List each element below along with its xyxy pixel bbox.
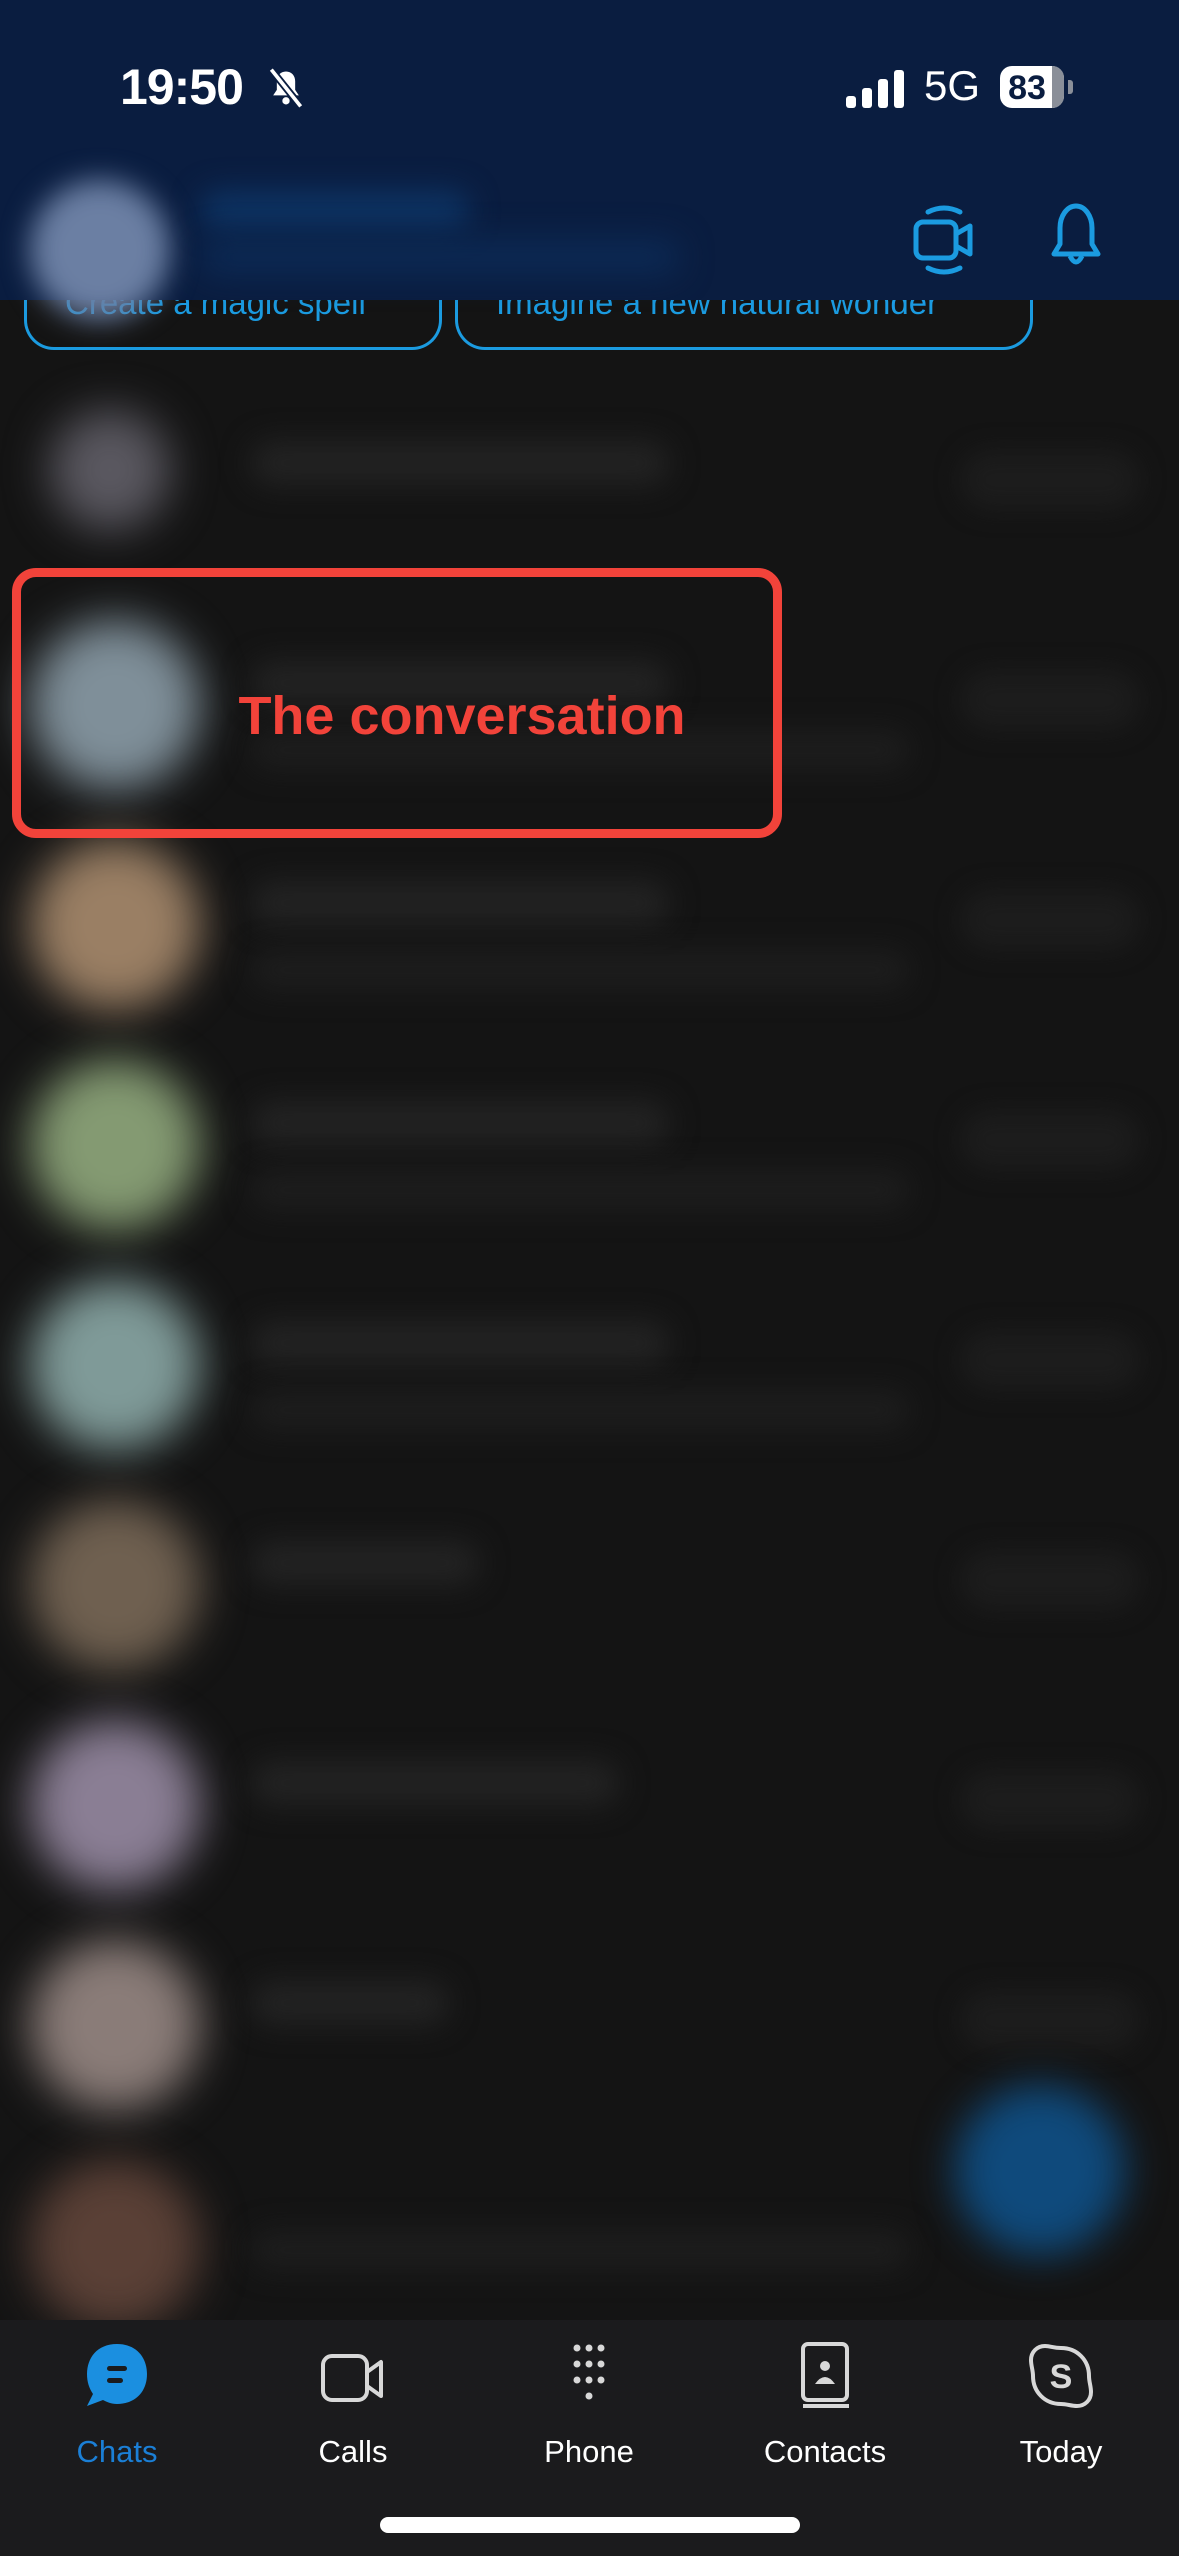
chat-title-blurred bbox=[250, 1540, 480, 1586]
chat-list-item[interactable] bbox=[0, 1020, 1179, 1240]
network-type: 5G bbox=[924, 62, 981, 109]
annotation-label: The conversation bbox=[238, 686, 686, 746]
chat-title-blurred bbox=[250, 1760, 620, 1806]
avatar bbox=[30, 1720, 200, 1890]
battery-percent: 83 bbox=[1008, 69, 1046, 107]
skype-logo-icon: S bbox=[1028, 2343, 1094, 2409]
chat-title-blurred bbox=[250, 1100, 670, 1146]
tab-label: Phone bbox=[544, 2434, 634, 2469]
chat-title-blurred bbox=[250, 1980, 450, 2026]
chat-preview-blurred bbox=[250, 1390, 910, 1430]
tab-label: Chats bbox=[76, 2434, 158, 2469]
chat-title-blurred bbox=[250, 880, 670, 926]
chat-list-item[interactable] bbox=[0, 1460, 1179, 1680]
chat-title-blurred bbox=[250, 440, 670, 486]
profile-name-blurred bbox=[200, 190, 470, 230]
chat-time-blurred bbox=[960, 890, 1140, 950]
avatar bbox=[30, 1940, 200, 2110]
profile-status-blurred bbox=[200, 240, 680, 274]
avatar bbox=[50, 410, 170, 530]
chat-time-blurred bbox=[960, 1990, 1140, 2050]
chat-time-blurred bbox=[960, 450, 1140, 510]
new-chat-fab[interactable] bbox=[955, 2085, 1125, 2255]
tab-phone[interactable]: Phone bbox=[489, 2340, 689, 2500]
meet-now-button[interactable] bbox=[910, 200, 982, 280]
avatar bbox=[30, 1060, 200, 1230]
chat-preview-blurred bbox=[250, 950, 910, 990]
status-time: 19:50 bbox=[120, 59, 244, 115]
chat-time-blurred bbox=[960, 1550, 1140, 1610]
profile-avatar[interactable] bbox=[30, 180, 170, 320]
avatar bbox=[30, 2160, 200, 2330]
video-camera-ring-icon bbox=[913, 205, 973, 275]
tab-chats[interactable]: Chats bbox=[17, 2340, 217, 2500]
bell-icon bbox=[1051, 203, 1101, 265]
chat-preview-blurred bbox=[250, 1170, 910, 1210]
dialpad-icon bbox=[573, 2344, 605, 2400]
chat-bubble-icon bbox=[87, 2344, 147, 2406]
tab-label: Contacts bbox=[763, 2434, 887, 2469]
avatar bbox=[30, 840, 200, 1010]
tab-label: Today bbox=[1019, 2434, 1103, 2469]
chat-time-blurred bbox=[960, 1770, 1140, 1830]
avatar bbox=[30, 1280, 200, 1450]
silent-mode-icon bbox=[268, 67, 304, 109]
cellular-signal-icon bbox=[846, 70, 904, 108]
svg-text:S: S bbox=[1050, 2358, 1073, 2396]
chat-time-blurred bbox=[960, 1110, 1140, 1170]
tab-today[interactable]: S Today bbox=[961, 2340, 1161, 2500]
video-camera-icon bbox=[321, 2354, 383, 2402]
chat-list-item[interactable] bbox=[0, 1240, 1179, 1460]
chat-title-blurred bbox=[250, 1320, 670, 1366]
tab-label: Calls bbox=[318, 2434, 388, 2469]
home-indicator[interactable] bbox=[380, 2517, 800, 2533]
chat-list-item[interactable] bbox=[0, 1900, 1179, 2120]
chat-time-blurred bbox=[960, 1330, 1140, 1390]
annotation-highlight: The conversation bbox=[12, 568, 782, 838]
battery-indicator: 83 bbox=[1000, 66, 1064, 108]
battery-tip bbox=[1068, 80, 1073, 94]
chat-list-item[interactable] bbox=[0, 360, 1179, 580]
app-header: 19:50 5G 83 bbox=[0, 0, 1179, 320]
tab-contacts[interactable]: Contacts bbox=[725, 2340, 925, 2500]
chat-time-blurred bbox=[960, 670, 1140, 730]
notifications-button[interactable] bbox=[1040, 200, 1112, 280]
chat-list-item[interactable] bbox=[0, 1680, 1179, 1900]
avatar bbox=[30, 1500, 200, 1670]
contact-book-icon bbox=[801, 2342, 849, 2408]
chat-preview-blurred bbox=[250, 2230, 910, 2270]
tab-calls[interactable]: Calls bbox=[253, 2340, 453, 2500]
